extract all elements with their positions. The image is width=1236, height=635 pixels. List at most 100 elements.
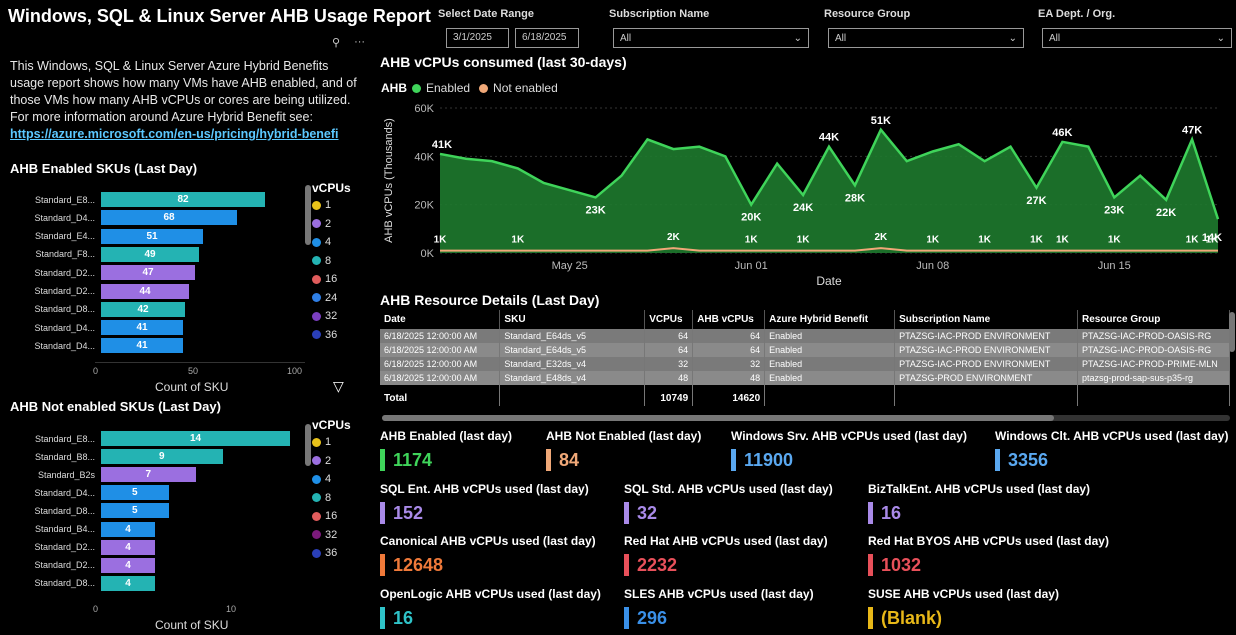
legend-enabled[interactable]: Enabled xyxy=(426,81,470,95)
legend-item[interactable]: 32 xyxy=(312,307,351,326)
legend-item[interactable]: 1 xyxy=(312,433,351,452)
enabled-data-label: 22K xyxy=(1156,207,1176,219)
bar[interactable]: 14 xyxy=(101,431,290,446)
bar-row: Standard_D8... 42 xyxy=(10,301,185,317)
bar[interactable]: 82 xyxy=(101,192,265,207)
legend-dot-icon xyxy=(312,548,321,558)
bar[interactable]: 49 xyxy=(101,246,199,262)
legend-title: vCPUs xyxy=(312,181,351,195)
table-cell: Standard_E64ds_v5 xyxy=(499,343,646,357)
kpi-accent xyxy=(995,449,1000,471)
resource-group-dropdown[interactable]: All ⌄ xyxy=(828,28,1024,48)
bar-row: Standard_D8... 5 xyxy=(10,503,169,519)
pin-icon[interactable]: ⚲ xyxy=(332,36,340,49)
bar[interactable]: 4 xyxy=(101,539,155,555)
table-cell: 6/18/2025 12:00:00 AM xyxy=(380,329,501,343)
bar[interactable]: 4 xyxy=(101,521,155,537)
bar[interactable]: 51 xyxy=(101,228,203,244)
kpi-value: 2232 xyxy=(637,554,678,575)
bar-category-label: Standard_E8... xyxy=(34,433,95,444)
bar-row: Standard_D4... 5 xyxy=(10,485,169,501)
column-header[interactable]: VCPUs xyxy=(644,310,694,329)
bar-row: Standard_D2... 44 xyxy=(10,283,189,299)
legend-item[interactable]: 4 xyxy=(312,470,351,489)
legend-item[interactable]: 2 xyxy=(312,215,351,234)
table-row[interactable]: 6/18/2025 12:00:00 AM Standard_E64ds_v5 64… xyxy=(380,329,1230,343)
vertical-scrollbar[interactable] xyxy=(1229,312,1235,352)
column-header[interactable]: Subscription Name xyxy=(894,310,1078,329)
start-date-input[interactable]: 3/1/2025 xyxy=(446,28,509,48)
bar[interactable]: 42 xyxy=(101,301,185,317)
legend-item[interactable]: 4 xyxy=(312,233,351,252)
y-tick: 40K xyxy=(414,151,434,163)
legend-dot-icon xyxy=(312,437,321,447)
column-header[interactable]: Resource Group xyxy=(1077,310,1230,329)
bar-category-label: Standard_B4... xyxy=(34,524,95,534)
bar-category-label: Standard_D8... xyxy=(34,304,95,315)
horizontal-scrollbar[interactable] xyxy=(382,415,1230,421)
kpi-ahb-enabled: AHB Enabled (last day) 1174 xyxy=(380,429,512,471)
not-enabled-dot-icon xyxy=(479,83,489,93)
column-header[interactable]: AHB vCPUs xyxy=(692,310,766,329)
legend-label: 8 xyxy=(325,491,332,504)
legend-item[interactable]: 2 xyxy=(312,452,351,471)
end-date-input[interactable]: 6/18/2025 xyxy=(515,28,579,48)
legend-item[interactable]: 16 xyxy=(312,270,351,289)
column-header[interactable]: Date xyxy=(380,310,501,329)
x-axis-label: Count of SKU xyxy=(155,380,229,394)
legend-item[interactable]: 36 xyxy=(312,544,351,563)
table-cell: PTAZSG-IAC-PROD-PRIME-MLN xyxy=(1077,357,1230,371)
kpi-label: Red Hat AHB vCPUs used (last day) xyxy=(624,534,828,548)
total-cell xyxy=(764,385,896,406)
legend-scrollbar[interactable] xyxy=(305,424,311,466)
legend-scrollbar[interactable] xyxy=(305,185,311,245)
legend-item[interactable]: 1 xyxy=(312,196,351,215)
table-cell: PTAZSG-IAC-PROD-OASIS-RG xyxy=(1077,329,1230,343)
legend-item[interactable]: 8 xyxy=(312,252,351,271)
x-axis-label: Date xyxy=(816,274,842,288)
legend-not-enabled[interactable]: Not enabled xyxy=(493,81,558,95)
bar[interactable]: 47 xyxy=(101,265,195,281)
subscription-dropdown[interactable]: All ⌄ xyxy=(613,28,809,48)
legend-item[interactable]: 24 xyxy=(312,289,351,308)
kpi-value: 1174 xyxy=(393,449,433,470)
table-row[interactable]: 6/18/2025 12:00:00 AM Standard_E32ds_v4 32… xyxy=(380,357,1230,371)
legend-item[interactable]: 32 xyxy=(312,526,351,545)
kpi-windows-clt: Windows Clt. AHB vCPUs used (last day) 3… xyxy=(995,429,1236,471)
hybrid-benefit-link[interactable]: https://azure.microsoft.com/en-us/pricin… xyxy=(10,127,339,141)
table-row[interactable]: 6/18/2025 12:00:00 AM Standard_E64ds_v5 64… xyxy=(380,343,1230,357)
legend-label: 32 xyxy=(325,310,338,323)
scroll-down-icon[interactable]: ▽ xyxy=(333,378,344,395)
column-header[interactable]: SKU xyxy=(499,310,646,329)
kpi-accent xyxy=(380,502,385,524)
legend-dot-icon xyxy=(312,256,321,266)
bar[interactable]: 5 xyxy=(101,485,169,501)
ea-dept-dropdown[interactable]: All ⌄ xyxy=(1042,28,1232,48)
column-header[interactable]: Azure Hybrid Benefit xyxy=(764,310,896,329)
table-cell: Standard_E48ds_v4 xyxy=(499,371,646,385)
table-cell: 48 xyxy=(644,371,694,385)
details-table: Date SKU VCPUs AHB vCPUs Azure Hybrid Benefi… xyxy=(380,310,1230,406)
kpi-accent xyxy=(380,607,385,629)
kpi-redhat-byos: Red Hat BYOS AHB vCPUs used (last day) 1… xyxy=(868,534,1109,576)
more-options-icon[interactable]: ··· xyxy=(354,36,365,49)
bar[interactable]: 5 xyxy=(101,503,169,519)
legend-item[interactable]: 36 xyxy=(312,326,351,345)
not-enabled-data-label: 1K xyxy=(511,235,525,246)
table-row[interactable]: 6/18/2025 12:00:00 AM Standard_E48ds_v4 48… xyxy=(380,371,1230,385)
bar[interactable]: 41 xyxy=(101,320,183,336)
bar[interactable]: 9 xyxy=(101,449,223,465)
bar[interactable]: 4 xyxy=(101,557,155,573)
bar[interactable]: 7 xyxy=(101,467,196,483)
bar[interactable]: 68 xyxy=(101,210,237,226)
bar[interactable]: 41 xyxy=(101,338,183,354)
legend-label: 4 xyxy=(325,236,332,249)
legend-item[interactable]: 16 xyxy=(312,507,351,526)
bar[interactable]: 44 xyxy=(101,283,189,299)
scrollbar-thumb[interactable] xyxy=(382,415,1054,421)
legend-item[interactable]: 8 xyxy=(312,489,351,508)
not-enabled-data-label: 2K xyxy=(667,232,681,243)
bar[interactable]: 4 xyxy=(101,575,155,591)
table-cell: 32 xyxy=(644,357,694,371)
enabled-data-label: 23K xyxy=(586,204,606,216)
